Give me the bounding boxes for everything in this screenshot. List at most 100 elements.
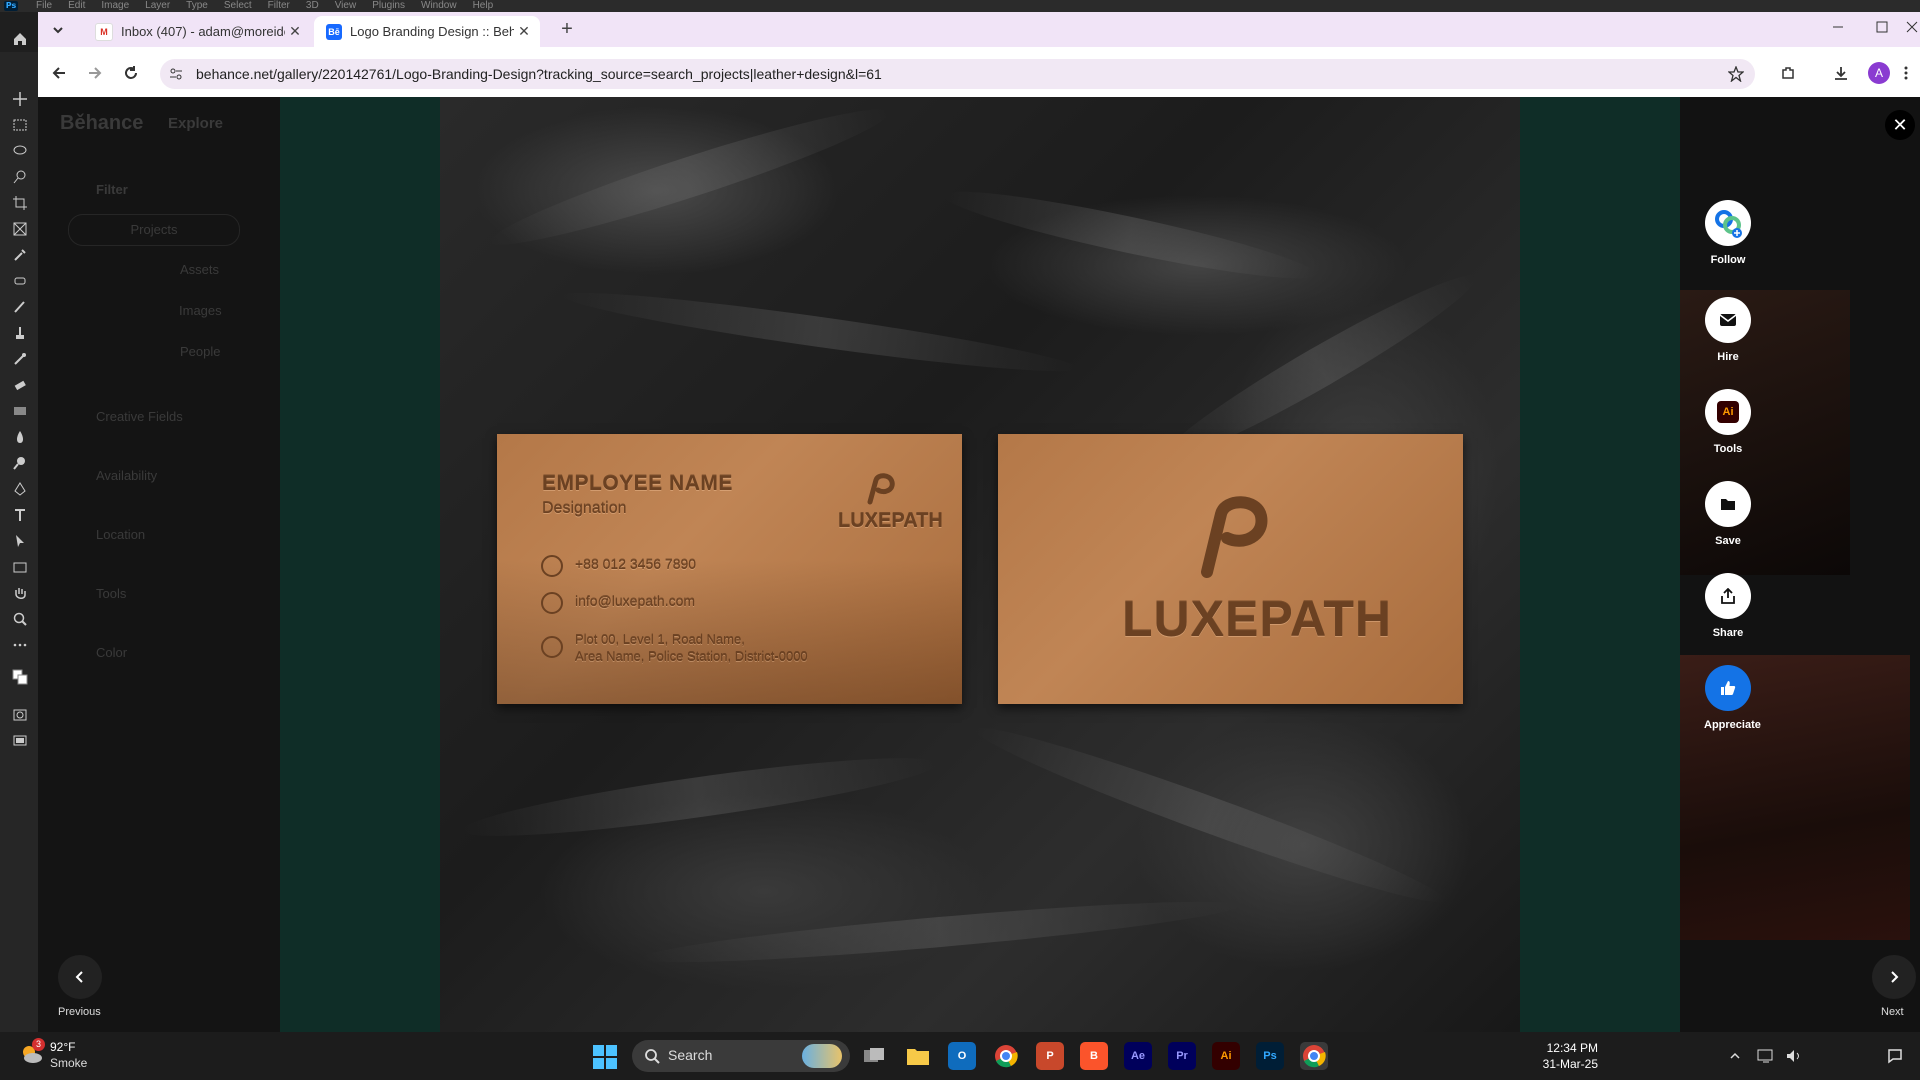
nav-assets: Assets (180, 262, 220, 277)
ps-menu-image[interactable]: Image (101, 0, 129, 12)
chevron-right-icon (1891, 971, 1899, 983)
gradient-tool-icon[interactable] (9, 400, 31, 422)
history-brush-icon[interactable] (9, 348, 31, 370)
chrome-menu-icon[interactable] (1898, 60, 1914, 86)
task-view-icon[interactable] (860, 1042, 888, 1070)
filter-label: Filter (96, 182, 128, 197)
illustrator-icon: Ai (1717, 401, 1739, 423)
previous-button[interactable] (58, 955, 102, 999)
marquee-tool-icon[interactable] (9, 114, 31, 136)
chevron-down-icon (53, 27, 63, 34)
color-swatches-icon[interactable] (9, 666, 31, 688)
ps-menu-view[interactable]: View (335, 0, 357, 12)
eraser-tool-icon[interactable] (9, 374, 31, 396)
reload-button[interactable] (118, 60, 144, 86)
chevron-up-icon[interactable] (1726, 1042, 1744, 1070)
forward-button[interactable] (82, 60, 108, 86)
tab-behance-project[interactable]: Bē Logo Branding Design :: Behance ✕ (314, 16, 540, 47)
ps-menu-select[interactable]: Select (224, 0, 252, 12)
ps-menu-filter[interactable]: Filter (268, 0, 290, 12)
modal-backdrop-left (280, 97, 440, 1032)
lasso-tool-icon[interactable] (9, 140, 31, 162)
ps-menu-layer[interactable]: Layer (145, 0, 170, 12)
new-tab-button[interactable]: + (555, 17, 579, 41)
tools-button[interactable]: Ai Tools (1704, 389, 1752, 455)
network-icon[interactable] (1756, 1042, 1776, 1070)
filter-location: Location (96, 527, 146, 542)
zoom-tool-icon[interactable] (9, 608, 31, 630)
card-address-line2: Area Name, Police Station, District-0000 (575, 649, 808, 664)
tab-search-dropdown[interactable] (48, 20, 68, 40)
brave-icon[interactable]: B (1080, 1042, 1108, 1070)
eyedropper-icon[interactable] (9, 244, 31, 266)
illustrator-app-icon[interactable]: Ai (1212, 1042, 1240, 1070)
close-tab-icon[interactable]: ✕ (514, 23, 534, 40)
more-tools-icon[interactable] (9, 634, 31, 656)
card-email: info@luxepath.com (575, 593, 696, 609)
ps-menu-plugins[interactable]: Plugins (372, 0, 405, 12)
clock-time[interactable]: 12:34 PM (1518, 1041, 1598, 1055)
dodge-tool-icon[interactable] (9, 452, 31, 474)
move-tool-icon[interactable] (9, 88, 31, 110)
photoshop-app-icon[interactable]: Ps (1256, 1042, 1284, 1070)
notifications-icon[interactable] (1884, 1042, 1906, 1070)
file-explorer-icon[interactable] (904, 1042, 932, 1070)
url-text[interactable]: behance.net/gallery/220142761/Logo-Brand… (196, 59, 882, 89)
next-button[interactable] (1872, 955, 1916, 999)
screen-mode-icon[interactable] (9, 730, 31, 752)
quick-select-icon[interactable] (9, 166, 31, 188)
premiere-icon[interactable]: Pr (1168, 1042, 1196, 1070)
blur-tool-icon[interactable] (9, 426, 31, 448)
minimize-button[interactable] (1816, 12, 1860, 42)
share-button[interactable]: Share (1704, 573, 1752, 639)
frame-tool-icon[interactable] (9, 218, 31, 240)
extensions-icon[interactable] (1775, 60, 1801, 86)
appreciate-button[interactable]: Appreciate (1704, 665, 1761, 731)
pen-tool-icon[interactable] (9, 478, 31, 500)
windows-start-icon[interactable] (592, 1044, 618, 1070)
thumbs-up-icon (1721, 681, 1736, 695)
stamp-tool-icon[interactable] (9, 322, 31, 344)
profile-avatar[interactable]: A (1868, 62, 1890, 84)
after-effects-icon[interactable]: Ae (1124, 1042, 1152, 1070)
previous-label: Previous (58, 1006, 101, 1018)
chrome-icon[interactable] (992, 1042, 1020, 1070)
crop-tool-icon[interactable] (9, 192, 31, 214)
folder-icon (1721, 499, 1735, 510)
ps-menu-3d[interactable]: 3D (306, 0, 319, 12)
ps-menu-file[interactable]: File (36, 0, 52, 12)
healing-brush-icon[interactable] (9, 270, 31, 292)
hire-button[interactable]: Hire (1704, 297, 1752, 363)
volume-icon[interactable] (1784, 1042, 1804, 1070)
close-tab-icon[interactable]: ✕ (285, 23, 305, 40)
photoshop-toolbar (0, 33, 38, 1032)
save-button[interactable]: Save (1704, 481, 1752, 547)
ps-menu-help[interactable]: Help (473, 0, 494, 12)
home-icon[interactable] (9, 28, 31, 50)
shape-tool-icon[interactable] (9, 556, 31, 578)
path-select-icon[interactable] (9, 530, 31, 552)
tab-gmail-inbox[interactable]: M Inbox (407) - adam@moreidea ✕ (83, 16, 311, 47)
bookmark-star-icon[interactable] (1725, 63, 1747, 85)
action-label: Hire (1717, 351, 1739, 363)
ps-menu-window[interactable]: Window (421, 0, 457, 12)
quick-mask-icon[interactable] (9, 704, 31, 726)
close-window-button[interactable] (1904, 12, 1920, 42)
clock-date[interactable]: 31-Mar-25 (1518, 1057, 1598, 1071)
ps-menu-type[interactable]: Type (186, 0, 208, 12)
type-tool-icon[interactable] (9, 504, 31, 526)
hand-tool-icon[interactable] (9, 582, 31, 604)
back-button[interactable] (46, 60, 72, 86)
downloads-icon[interactable] (1828, 60, 1854, 86)
maximize-button[interactable] (1860, 12, 1904, 42)
follow-button[interactable]: Follow (1704, 200, 1752, 266)
office-icon[interactable]: P (1036, 1042, 1064, 1070)
mail-icon (1719, 314, 1737, 326)
brush-tool-icon[interactable] (9, 296, 31, 318)
filter-color: Color (96, 645, 128, 660)
close-modal-button[interactable]: ✕ (1885, 110, 1915, 140)
site-info-icon[interactable] (166, 64, 186, 84)
ps-menu-edit[interactable]: Edit (68, 0, 85, 12)
outlook-icon[interactable]: O (948, 1042, 976, 1070)
chrome-profile-icon[interactable] (1300, 1042, 1328, 1070)
